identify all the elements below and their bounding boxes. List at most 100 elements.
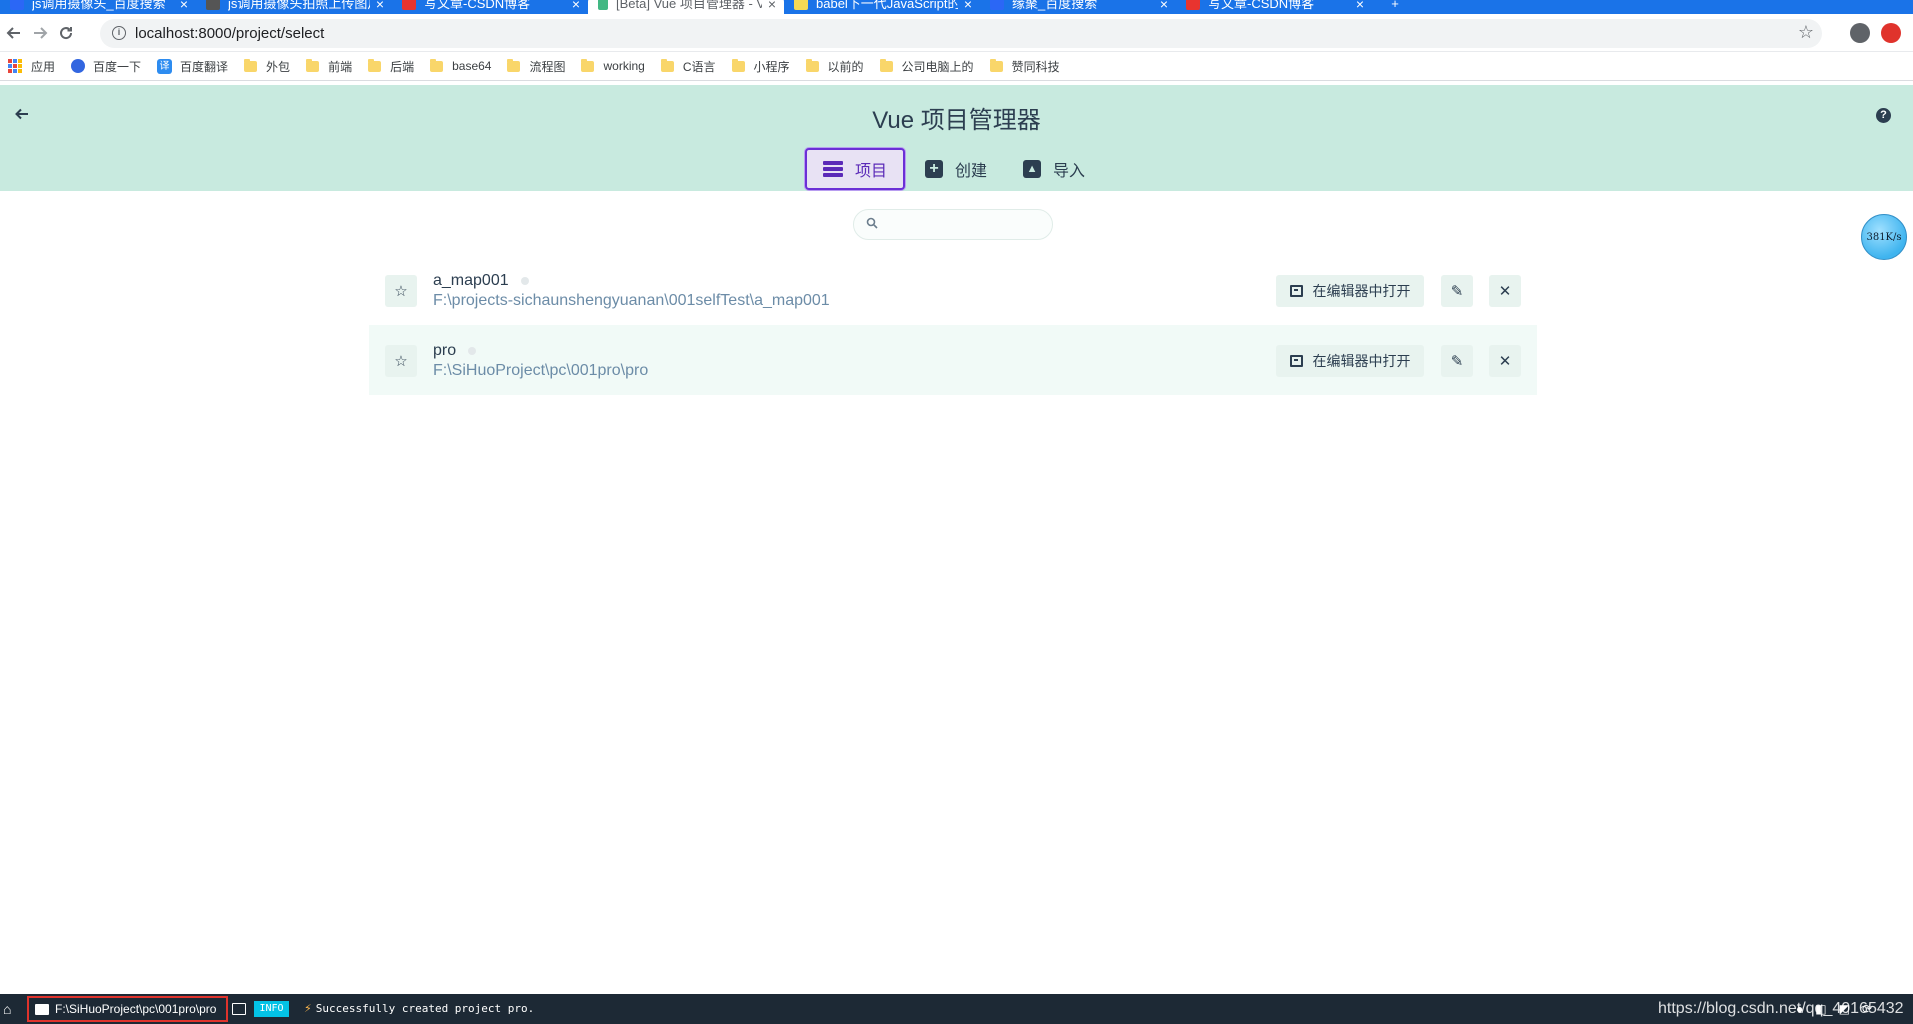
status-bar: ⌂ F:\SiHuoProject\pc\001pro\pro INFO ⚡ Su… bbox=[0, 994, 1913, 1024]
account-avatar-icon[interactable] bbox=[1850, 23, 1870, 43]
vue-favicon-icon bbox=[598, 0, 608, 10]
browser-nav-bar: i localhost:8000/project/select ☆ bbox=[0, 14, 1913, 52]
list-icon bbox=[823, 161, 843, 177]
open-in-editor-button[interactable]: 在编辑器中打开 bbox=[1276, 345, 1424, 377]
bookmark-label: 流程图 bbox=[529, 59, 566, 74]
bookmark-label: 百度一下 bbox=[93, 59, 142, 74]
browser-tab[interactable]: 写文章-CSDN博客 × bbox=[392, 0, 588, 14]
bookmark-folder[interactable]: 外包 bbox=[244, 58, 290, 75]
bookmark-folder[interactable]: 前端 bbox=[306, 58, 352, 75]
close-tab-icon[interactable]: × bbox=[572, 0, 580, 13]
browser-tab[interactable]: js调用摄像头拍照上传图片 - 简书 × bbox=[196, 0, 392, 14]
browser-tab[interactable]: js调用摄像头_百度搜索 × bbox=[0, 0, 196, 14]
close-tab-icon[interactable]: × bbox=[1356, 0, 1364, 13]
log-message-text: Successfully created project pro. bbox=[315, 1002, 535, 1015]
close-icon[interactable]: ✕ bbox=[1489, 275, 1521, 307]
close-tab-icon[interactable]: × bbox=[964, 0, 972, 13]
bookmark-folder[interactable]: 后端 bbox=[368, 58, 414, 75]
bookmarks-bar: 应用 百度一下 译 百度翻译 外包 前端 后端 base64 流程图 worki… bbox=[0, 52, 1913, 81]
header-tabs: 项目 + 创建 ▲ 导入 bbox=[805, 148, 1105, 190]
bookmark-apps[interactable]: 应用 bbox=[8, 58, 55, 75]
home-icon[interactable]: ⌂ bbox=[3, 1001, 11, 1017]
folder-icon bbox=[731, 58, 745, 72]
tab-projects[interactable]: 项目 bbox=[805, 148, 906, 190]
bookmark-folder[interactable]: working bbox=[581, 58, 645, 73]
status-dot bbox=[520, 277, 529, 285]
folder-icon bbox=[805, 58, 819, 72]
last-log-message[interactable]: ⚡ Successfully created project pro. bbox=[304, 1002, 534, 1015]
extension-icon[interactable] bbox=[1881, 23, 1901, 43]
close-tab-icon[interactable]: × bbox=[376, 0, 384, 13]
folder-icon bbox=[430, 58, 444, 72]
edit-icon[interactable]: ✎ bbox=[1441, 345, 1473, 377]
arrow-right-icon bbox=[34, 27, 48, 39]
forward-button[interactable] bbox=[26, 19, 54, 47]
address-bar[interactable]: i localhost:8000/project/select ☆ bbox=[100, 19, 1822, 48]
folder-icon bbox=[35, 1003, 49, 1015]
console-log-icon[interactable] bbox=[232, 1003, 246, 1015]
close-tab-icon[interactable]: × bbox=[768, 0, 776, 13]
bookmark-label: 公司电脑上的 bbox=[901, 59, 974, 74]
bookmark-folder[interactable]: 小程序 bbox=[731, 58, 790, 75]
apps-grid-icon bbox=[8, 59, 22, 73]
favorite-star-icon[interactable]: ☆ bbox=[385, 275, 417, 307]
browser-tab[interactable]: babel下一代JavaScript的编译器 × bbox=[784, 0, 980, 14]
back-button[interactable] bbox=[0, 19, 28, 47]
browser-tab[interactable]: 缘聚_百度搜索 × bbox=[980, 0, 1176, 14]
project-path: F:\SiHuoProject\pc\001pro\pro bbox=[433, 362, 649, 379]
baidu-favicon-icon bbox=[10, 0, 24, 10]
reload-button[interactable] bbox=[52, 19, 80, 47]
page-title: Vue 项目管理器 bbox=[872, 107, 1041, 134]
bookmark-folder[interactable]: 公司电脑上的 bbox=[879, 58, 974, 75]
new-tab-button[interactable]: + bbox=[1380, 0, 1410, 14]
browser-tab-active[interactable]: [Beta] Vue 项目管理器 - Vue CLI × bbox=[588, 0, 784, 14]
bookmark-baidu[interactable]: 百度一下 bbox=[71, 58, 141, 75]
tab-label: 导入 bbox=[1053, 163, 1086, 180]
current-directory-button[interactable]: F:\SiHuoProject\pc\001pro\pro bbox=[27, 996, 229, 1022]
search-input[interactable] bbox=[886, 215, 1036, 235]
csdn-favicon-icon bbox=[1186, 0, 1200, 10]
project-search[interactable] bbox=[853, 209, 1053, 240]
bookmark-label: 后端 bbox=[390, 59, 415, 74]
baidu-favicon-icon bbox=[990, 0, 1004, 10]
bookmark-folder[interactable]: 赞同科技 bbox=[989, 58, 1060, 75]
log-level-badge: INFO bbox=[254, 1001, 289, 1017]
bookmark-folder[interactable]: 以前的 bbox=[805, 58, 864, 75]
bookmark-label: 小程序 bbox=[753, 59, 790, 74]
open-in-browser-icon bbox=[1289, 285, 1303, 297]
project-row[interactable]: ☆ a_map001 F:\projects-sichaunshengyuana… bbox=[369, 255, 1537, 325]
bookmark-folder[interactable]: C语言 bbox=[660, 58, 716, 75]
project-name: a_map001 bbox=[433, 272, 529, 290]
close-icon[interactable]: ✕ bbox=[1489, 345, 1521, 377]
bookmark-star-icon[interactable]: ☆ bbox=[1798, 22, 1814, 43]
add-box-icon: + bbox=[925, 160, 944, 178]
bookmark-fanyi[interactable]: 译 百度翻译 bbox=[157, 58, 228, 75]
project-row[interactable]: ☆ pro F:\SiHuoProject\pc\001pro\pro 在编辑器… bbox=[369, 325, 1537, 395]
open-in-browser-icon bbox=[1289, 355, 1303, 367]
close-tab-icon[interactable]: × bbox=[1160, 0, 1168, 13]
project-name: pro bbox=[433, 342, 477, 360]
bookmark-folder[interactable]: base64 bbox=[430, 58, 491, 73]
help-icon[interactable]: ? bbox=[1876, 108, 1891, 123]
favorite-star-icon[interactable]: ☆ bbox=[385, 345, 417, 377]
jianshu-favicon-icon bbox=[206, 0, 220, 10]
bookmark-folder[interactable]: 流程图 bbox=[507, 58, 565, 75]
info-icon[interactable]: i bbox=[112, 26, 126, 40]
csdn-favicon-icon bbox=[402, 0, 416, 10]
bookmark-label: 赞同科技 bbox=[1011, 59, 1060, 74]
bookmark-label: 前端 bbox=[328, 59, 353, 74]
edit-icon[interactable]: ✎ bbox=[1441, 275, 1473, 307]
folder-icon bbox=[306, 58, 320, 72]
bookmark-label: working bbox=[603, 59, 645, 73]
tab-import[interactable]: ▲ 导入 bbox=[1007, 148, 1101, 190]
folder-icon bbox=[879, 58, 893, 72]
open-in-editor-button[interactable]: 在编辑器中打开 bbox=[1276, 275, 1424, 307]
reload-icon bbox=[60, 27, 73, 40]
browser-tab[interactable]: 写文章-CSDN博客 × bbox=[1176, 0, 1372, 14]
url-text[interactable]: localhost:8000/project/select bbox=[135, 25, 324, 42]
tab-create[interactable]: + 创建 bbox=[909, 148, 1003, 190]
close-tab-icon[interactable]: × bbox=[180, 0, 188, 13]
translate-icon: 译 bbox=[157, 58, 173, 74]
project-list: ☆ a_map001 F:\projects-sichaunshengyuana… bbox=[369, 255, 1537, 395]
open-in-editor-label: 在编辑器中打开 bbox=[1312, 283, 1411, 299]
